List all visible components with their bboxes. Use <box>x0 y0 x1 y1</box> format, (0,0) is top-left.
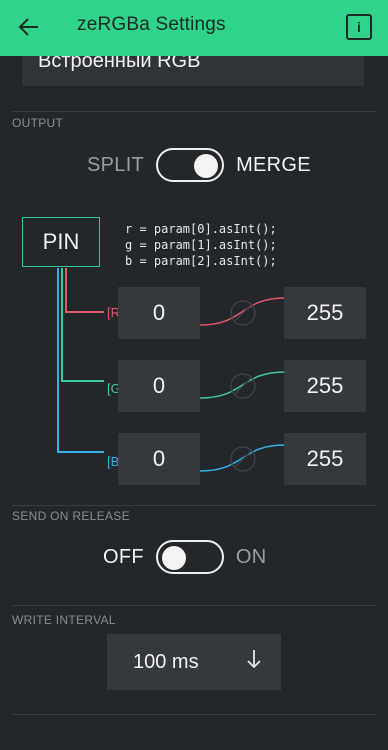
write-interval-dropdown[interactable]: 100 ms <box>107 634 281 690</box>
arrow-left-icon <box>19 18 38 36</box>
red-min-value: 0 <box>152 300 166 325</box>
arrow-down-icon <box>247 649 261 675</box>
switch-knob <box>161 546 186 570</box>
divider <box>12 505 376 506</box>
blue-max-value: 255 <box>306 446 344 471</box>
blue-min-value: 0 <box>152 446 166 471</box>
blue-wire <box>57 268 104 453</box>
red-wire <box>65 268 104 313</box>
off-label: OFF <box>103 545 144 568</box>
red-range-curve <box>199 297 286 326</box>
green-max-input[interactable]: 255 <box>284 360 366 412</box>
app-bar: zeRGBa Settings i <box>0 0 388 56</box>
divider <box>12 605 376 606</box>
green-max-value: 255 <box>306 373 344 398</box>
divider <box>12 714 376 715</box>
blue-max-input[interactable]: 255 <box>284 433 366 485</box>
write-interval-section-label: WRITE INTERVAL <box>12 613 116 627</box>
swap-icon[interactable] <box>230 300 256 326</box>
write-interval-value: 100 ms <box>133 651 199 673</box>
green-min-input[interactable]: 0 <box>118 360 200 412</box>
green-min-value: 0 <box>152 373 166 398</box>
blue-range-curve <box>199 444 286 472</box>
back-button[interactable] <box>14 12 44 42</box>
red-max-input[interactable]: 255 <box>284 287 366 339</box>
blue-min-input[interactable]: 0 <box>118 433 200 485</box>
swap-icon[interactable] <box>230 446 256 472</box>
send-on-release-section-label: SEND ON RELEASE <box>12 509 130 523</box>
info-button[interactable]: i <box>346 14 372 40</box>
info-icon: i <box>357 19 361 35</box>
send-on-release-toggle-row: OFF ON <box>103 540 267 574</box>
page-title: zeRGBa Settings <box>77 14 226 35</box>
red-min-input[interactable]: 0 <box>118 287 200 339</box>
green-range-curve <box>199 371 286 399</box>
green-wire <box>61 268 104 382</box>
send-on-release-switch[interactable] <box>155 540 224 574</box>
red-max-value: 255 <box>306 300 344 325</box>
on-label: ON <box>235 545 267 568</box>
swap-icon[interactable] <box>230 373 256 399</box>
